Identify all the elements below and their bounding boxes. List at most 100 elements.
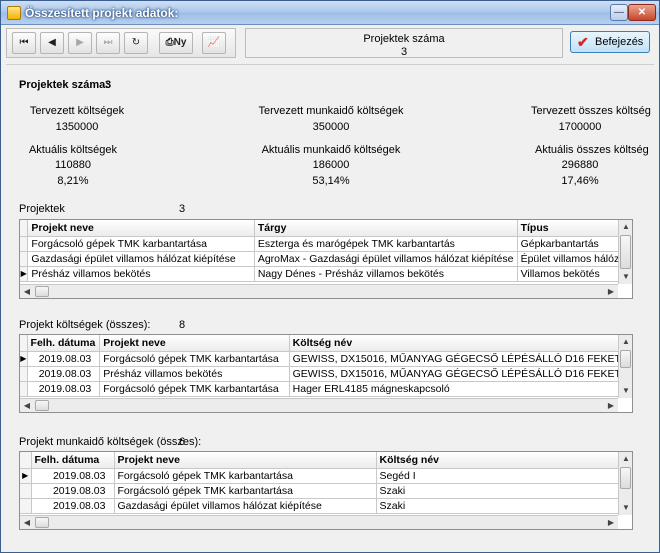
- table-cell[interactable]: Szaki: [376, 483, 620, 499]
- table-row[interactable]: 2019.08.03 Présház villamos bekötés GEWI…: [20, 366, 632, 382]
- actual-costs-label: Aktuális költségek: [28, 144, 118, 156]
- printer-icon: ⎙: [165, 37, 174, 48]
- table-row[interactable]: 2019.08.03 Forgácsoló gépek TMK karbanta…: [20, 483, 620, 499]
- vertical-scrollbar[interactable]: ▲ ▼: [618, 452, 632, 515]
- table-cell[interactable]: AgroMax - Gazdasági épület villamos háló…: [254, 251, 518, 267]
- table-cell[interactable]: Hager ERL4185 mágneskapcsoló: [289, 381, 632, 397]
- column-header[interactable]: Projekt neve: [99, 335, 290, 352]
- table-row[interactable]: Forgácsoló gépek TMK karbantartása Eszte…: [20, 236, 632, 252]
- scroll-up-icon[interactable]: ▲: [619, 335, 632, 349]
- actual-total-label: Aktuális összes költség: [535, 144, 649, 156]
- table-cell[interactable]: Forgácsoló gépek TMK karbantartása: [99, 351, 290, 367]
- table-row[interactable]: ▶ 2019.08.03 Forgácsoló gépek TMK karban…: [20, 351, 632, 367]
- column-header[interactable]: Költség név: [376, 452, 620, 469]
- scroll-right-icon[interactable]: ▶: [604, 516, 618, 529]
- scroll-thumb[interactable]: [620, 235, 631, 269]
- table-cell[interactable]: Gazdasági épület villamos hálózat kiépít…: [114, 498, 377, 514]
- row-indicator: [20, 381, 28, 397]
- refresh-button[interactable]: ↻: [124, 32, 148, 54]
- column-header[interactable]: Felh. dátuma: [27, 335, 101, 352]
- scroll-up-icon[interactable]: ▲: [619, 220, 632, 234]
- table-cell[interactable]: Forgácsoló gépek TMK karbantartása: [99, 381, 290, 397]
- next-record-button[interactable]: ▶: [68, 32, 92, 54]
- vertical-scrollbar[interactable]: ▲ ▼: [618, 220, 632, 284]
- table-cell[interactable]: Szaki: [376, 498, 620, 514]
- row-indicator: ▶: [20, 351, 28, 367]
- scroll-down-icon[interactable]: ▼: [619, 501, 632, 515]
- row-indicator-header: [20, 452, 32, 469]
- horizontal-scrollbar[interactable]: ◀ ▶: [20, 515, 618, 529]
- column-header[interactable]: Projekt neve: [114, 452, 377, 469]
- table-cell[interactable]: GEWISS, DX15016, MŰANYAG GÉGECSŐ LÉPÉSÁL…: [289, 351, 632, 367]
- table-cell[interactable]: Nagy Dénes - Présház villamos bekötés: [254, 266, 518, 282]
- scroll-right-icon[interactable]: ▶: [604, 399, 618, 412]
- table-cell[interactable]: Épület villamos hálózat: [517, 251, 632, 267]
- table-cell[interactable]: Villamos bekötés: [517, 266, 632, 282]
- table-cell[interactable]: Présház villamos bekötés: [99, 366, 290, 382]
- scroll-thumb[interactable]: [35, 286, 49, 297]
- scroll-left-icon[interactable]: ◀: [20, 516, 34, 529]
- table-cell[interactable]: 2019.08.03: [31, 483, 115, 499]
- table-cell[interactable]: Gazdasági épület villamos hálózat kiépít…: [27, 251, 255, 267]
- close-button[interactable]: ✕: [628, 4, 656, 21]
- navigation-toolbar: ⏮ ◀ ▶ ⏭ ↻ ⎙Ny 📈: [6, 28, 236, 58]
- table-cell[interactable]: Présház villamos bekötés: [27, 266, 255, 282]
- table-row[interactable]: ▶ 2019.08.03 Forgácsoló gépek TMK karban…: [20, 468, 620, 484]
- previous-icon: ◀: [48, 37, 56, 48]
- column-header[interactable]: Tárgy: [254, 220, 518, 237]
- table-cell[interactable]: 2019.08.03: [27, 381, 101, 397]
- table-cell[interactable]: Eszterga és marógépek TMK karbantartás: [254, 236, 518, 252]
- print-label: Ny: [173, 37, 187, 48]
- table-cell[interactable]: 2019.08.03: [27, 351, 101, 367]
- row-indicator: [20, 498, 32, 514]
- costs-grid[interactable]: Felh. dátuma Projekt neve Költség név ▶ …: [19, 334, 633, 413]
- column-header[interactable]: Projekt neve: [27, 220, 255, 237]
- scroll-down-icon[interactable]: ▼: [619, 270, 632, 284]
- table-cell[interactable]: Gépkarbantartás: [517, 236, 632, 252]
- scroll-down-icon[interactable]: ▼: [619, 384, 632, 398]
- scroll-left-icon[interactable]: ◀: [20, 399, 34, 412]
- projects-grid[interactable]: Projekt neve Tárgy Típus Forgácsoló gépe…: [19, 219, 633, 299]
- actual-total-value: 296880: [561, 159, 599, 171]
- last-record-button[interactable]: ⏭: [96, 32, 120, 54]
- previous-record-button[interactable]: ◀: [40, 32, 64, 54]
- horizontal-scrollbar[interactable]: ◀ ▶: [20, 398, 618, 412]
- scroll-thumb[interactable]: [620, 467, 631, 489]
- table-cell[interactable]: Forgácsoló gépek TMK karbantartása: [114, 483, 377, 499]
- horizontal-scrollbar[interactable]: ◀ ▶: [20, 284, 618, 298]
- table-cell[interactable]: Forgácsoló gépek TMK karbantartása: [114, 468, 377, 484]
- chart-button[interactable]: 📈: [202, 32, 226, 54]
- table-row[interactable]: 2019.08.03 Gazdasági épület villamos hál…: [20, 498, 620, 514]
- print-button[interactable]: ⎙Ny: [159, 32, 193, 54]
- toolbar-divider: [6, 64, 654, 65]
- table-cell[interactable]: Forgácsoló gépek TMK karbantartása: [27, 236, 255, 252]
- first-record-button[interactable]: ⏮: [12, 32, 36, 54]
- title-bar[interactable]: Összesített projekt adatok: — ✕: [1, 1, 659, 25]
- scroll-thumb[interactable]: [35, 400, 49, 411]
- table-cell[interactable]: 2019.08.03: [31, 468, 115, 484]
- column-header[interactable]: Költség név: [289, 335, 632, 352]
- column-header[interactable]: Felh. dátuma: [31, 452, 115, 469]
- labor-grid[interactable]: Felh. dátuma Projekt neve Költség név ▶ …: [19, 451, 633, 530]
- table-cell[interactable]: 2019.08.03: [31, 498, 115, 514]
- actual-labor-percent: 53,14%: [312, 175, 350, 187]
- row-indicator: [20, 483, 32, 499]
- column-header[interactable]: Típus: [517, 220, 632, 237]
- table-cell[interactable]: GEWISS, DX15016, MŰANYAG GÉGECSŐ LÉPÉSÁL…: [289, 366, 632, 382]
- table-cell[interactable]: 2019.08.03: [27, 366, 101, 382]
- vertical-scrollbar[interactable]: ▲ ▼: [618, 335, 632, 398]
- table-row[interactable]: 2019.08.03 Forgácsoló gépek TMK karbanta…: [20, 381, 632, 397]
- scroll-right-icon[interactable]: ▶: [604, 285, 618, 298]
- table-row[interactable]: ▶ Présház villamos bekötés Nagy Dénes - …: [20, 266, 632, 282]
- project-count-title: Projektek száma: [363, 33, 445, 45]
- first-record-icon: ⏮: [19, 37, 29, 48]
- scroll-up-icon[interactable]: ▲: [619, 452, 632, 466]
- scroll-thumb[interactable]: [620, 350, 631, 368]
- scroll-thumb[interactable]: [35, 517, 49, 528]
- table-cell[interactable]: Segéd I: [376, 468, 620, 484]
- table-row[interactable]: Gazdasági épület villamos hálózat kiépít…: [20, 251, 632, 267]
- finish-button[interactable]: ✔ Befejezés: [570, 31, 650, 53]
- minimize-button[interactable]: —: [610, 4, 628, 21]
- scroll-left-icon[interactable]: ◀: [20, 285, 34, 298]
- actual-costs-value: 110880: [55, 159, 91, 171]
